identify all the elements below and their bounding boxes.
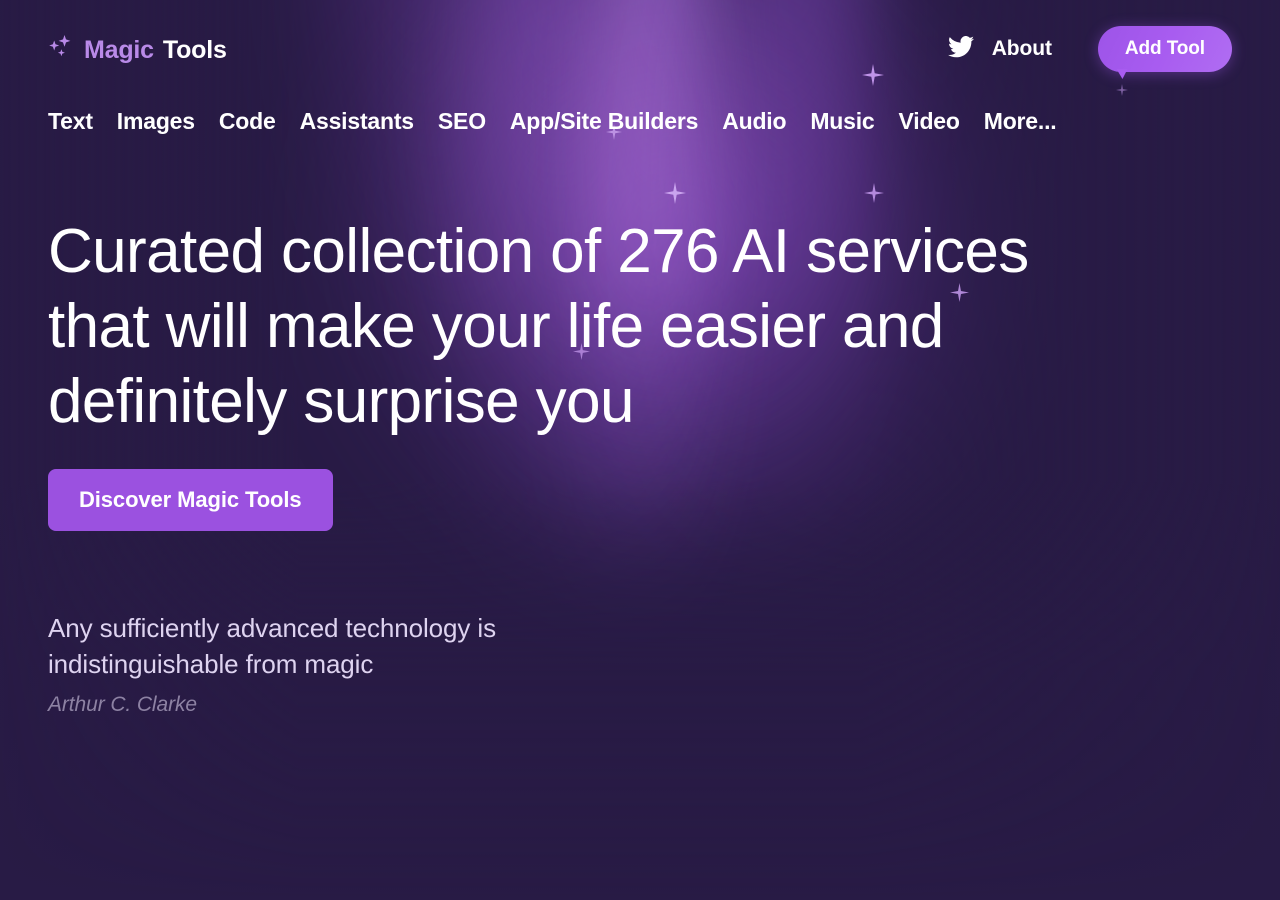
nav-item-video[interactable]: Video: [899, 104, 960, 138]
nav-item-code[interactable]: Code: [219, 104, 276, 138]
quote-block: Any sufficiently advanced technology is …: [48, 610, 668, 717]
sparkles-icon: [48, 35, 75, 65]
category-nav: Text Images Code Assistants SEO App/Site…: [48, 104, 1057, 138]
twitter-icon: [947, 35, 974, 63]
top-bar: Magic Tools About Add Tool: [0, 0, 1280, 96]
logo-text-tools: Tools: [162, 35, 227, 64]
nav-item-assistants[interactable]: Assistants: [300, 104, 415, 138]
nav-item-text[interactable]: Text: [48, 104, 93, 138]
hero-section: Curated collection of 276 AI services th…: [48, 214, 1088, 531]
hero-title: Curated collection of 276 AI services th…: [48, 217, 1029, 436]
add-tool-button[interactable]: Add Tool: [1097, 26, 1232, 72]
top-bar-actions: About Add Tool: [944, 26, 1232, 79]
about-link[interactable]: About: [992, 37, 1052, 61]
nav-item-music[interactable]: Music: [810, 104, 874, 138]
twitter-link[interactable]: [944, 32, 978, 66]
add-tool-wrapper: Add Tool: [1097, 26, 1232, 79]
quote-text: Any sufficiently advanced technology is …: [48, 613, 497, 679]
nav-item-more[interactable]: More...: [984, 104, 1057, 138]
nav-item-audio[interactable]: Audio: [722, 104, 786, 138]
nav-item-images[interactable]: Images: [117, 104, 195, 138]
logo-text-magic: Magic: [84, 35, 154, 64]
quote-author: Arthur C. Clarke: [48, 693, 197, 716]
logo[interactable]: Magic Tools: [48, 35, 227, 65]
page-root: Magic Tools About Add Tool Text Images C…: [0, 0, 1280, 900]
discover-magic-tools-button[interactable]: Discover Magic Tools: [48, 469, 333, 531]
nav-item-app-site-builders[interactable]: App/Site Builders: [510, 104, 698, 138]
add-tool-bubble-tail: [1115, 69, 1128, 79]
nav-item-seo[interactable]: SEO: [438, 104, 486, 138]
